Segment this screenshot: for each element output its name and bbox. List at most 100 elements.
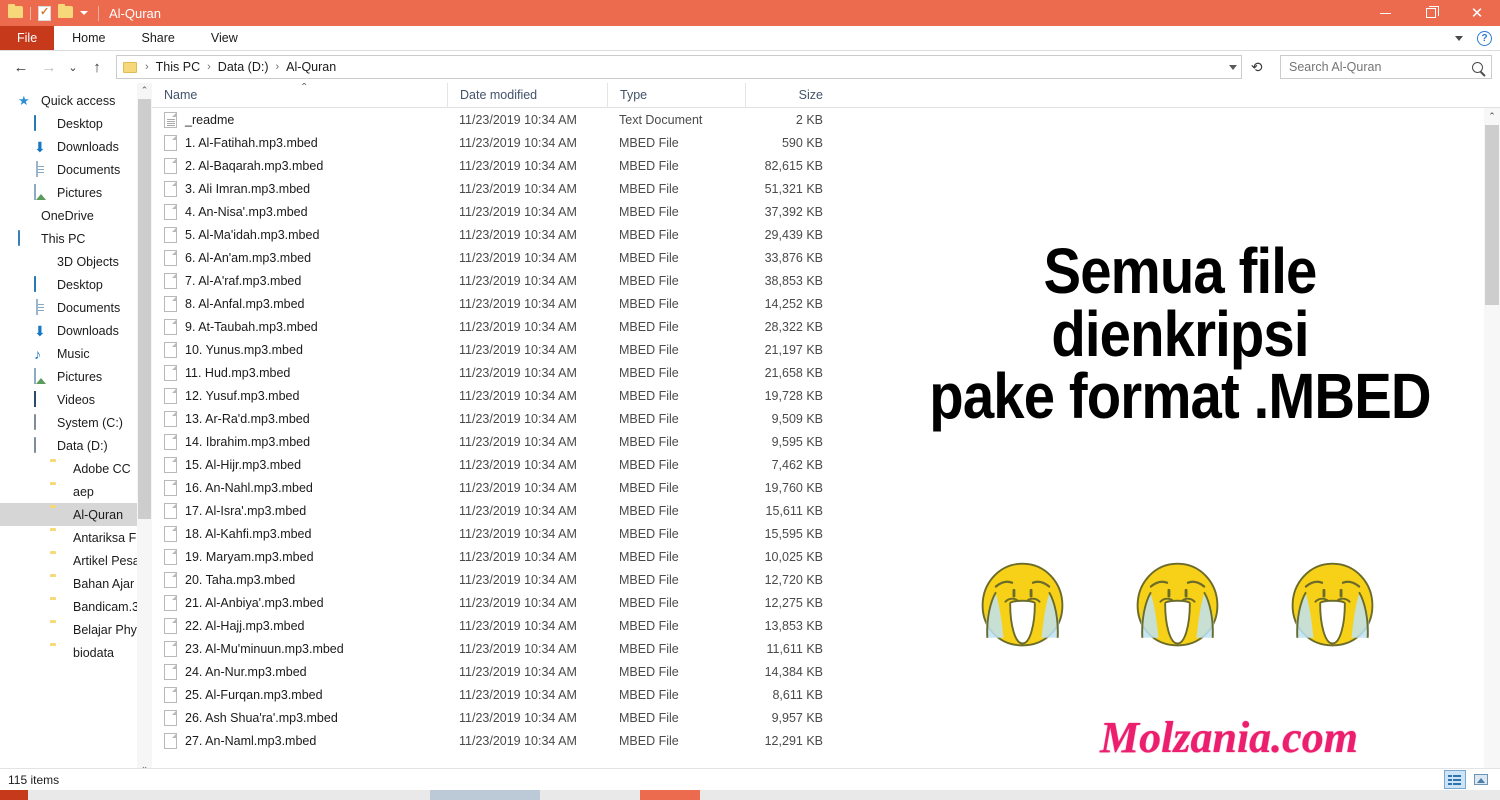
tab-home[interactable]: Home [54,26,123,50]
sidebar-item-artikel-pesanan[interactable]: Artikel Pesanan [0,549,152,572]
search-input[interactable] [1289,60,1468,74]
table-row[interactable]: 13. Ar-Ra'd.mp3.mbed 11/23/2019 10:34 AM M… [152,407,1500,430]
refresh-button[interactable]: ⟳ [1244,54,1270,80]
table-row[interactable]: 2. Al-Baqarah.mp3.mbed 11/23/2019 10:34 A… [152,154,1500,177]
new-folder-icon[interactable] [58,4,73,20]
close-button[interactable]: ✕ [1454,0,1500,26]
sidebar-item-quick-access[interactable]: ★ Quick access [0,89,152,112]
sidebar-item-aep[interactable]: aep [0,480,152,503]
sidebar-item-music[interactable]: ♪ Music [0,342,152,365]
search-box[interactable] [1280,55,1492,79]
table-row[interactable]: 21. Al-Anbiya'.mp3.mbed 11/23/2019 10:34 … [152,591,1500,614]
recent-locations-button[interactable]: ⌄ [64,54,82,80]
table-row[interactable]: 3. Ali Imran.mp3.mbed 11/23/2019 10:34 AM… [152,177,1500,200]
file-name-label: 12. Yusuf.mp3.mbed [185,388,300,403]
help-icon[interactable]: ? [1477,31,1492,46]
chevron-up-icon[interactable]: ⌃ [1484,108,1500,124]
sidebar-scroll-thumb[interactable] [138,99,151,519]
table-row[interactable]: 8. Al-Anfal.mp3.mbed 11/23/2019 10:34 AM M… [152,292,1500,315]
table-row[interactable]: 5. Al-Ma'idah.mp3.mbed 11/23/2019 10:34 A… [152,223,1500,246]
breadcrumb-item-al-quran[interactable]: Al-Quran [283,60,339,74]
tab-file[interactable]: File [0,26,55,50]
sidebar-item-adobe-cc[interactable]: Adobe CC [0,457,152,480]
properties-icon[interactable] [38,5,51,21]
table-row[interactable]: 26. Ash Shua'ra'.mp3.mbed 11/23/2019 10:3… [152,706,1500,729]
minimize-button[interactable] [1362,0,1408,26]
table-row[interactable]: 6. Al-An'am.mp3.mbed 11/23/2019 10:34 AM M… [152,246,1500,269]
cell-name: 15. Al-Hijr.mp3.mbed [152,456,447,473]
sidebar-item-3d-objects[interactable]: 3D Objects [0,250,152,273]
maximize-button[interactable] [1408,0,1454,26]
sidebar-item-this-pc[interactable]: This PC [0,227,152,250]
sidebar-item-data-d[interactable]: Data (D:) [0,434,152,457]
column-header-date-modified[interactable]: Date modified [447,83,607,108]
table-row[interactable]: 25. Al-Furqan.mp3.mbed 11/23/2019 10:34 A… [152,683,1500,706]
sidebar-item-desktop[interactable]: Desktop [0,273,152,296]
sidebar-item-documents[interactable]: Documents [0,296,152,319]
table-row[interactable]: 4. An-Nisa'.mp3.mbed 11/23/2019 10:34 AM M… [152,200,1500,223]
address-bar[interactable]: › This PC › Data (D:) › Al-Quran [116,55,1242,79]
customize-caret-icon[interactable] [80,11,88,15]
sidebar-item-videos[interactable]: Videos [0,388,152,411]
sidebar-item-downloads[interactable]: ⬇ Downloads [0,319,152,342]
sidebar-item-al-quran[interactable]: Al-Quran [0,503,152,526]
column-header-name[interactable]: Name ⌃ [152,83,447,108]
table-row[interactable]: 24. An-Nur.mp3.mbed 11/23/2019 10:34 AM MB… [152,660,1500,683]
table-row[interactable]: 9. At-Taubah.mp3.mbed 11/23/2019 10:34 AM… [152,315,1500,338]
cell-type: MBED File [619,135,679,150]
forward-button[interactable]: → [36,54,62,80]
tab-view[interactable]: View [193,26,256,50]
breadcrumb-item-data-d[interactable]: Data (D:) [215,60,272,74]
sidebar-item-desktop[interactable]: Desktop⚲ [0,112,152,135]
chevron-down-icon[interactable] [1455,36,1463,41]
chevron-down-icon[interactable] [1229,64,1237,70]
folder-icon[interactable] [8,4,23,20]
table-row[interactable]: 14. Ibrahim.mp3.mbed 11/23/2019 10:34 AM M… [152,430,1500,453]
table-row[interactable]: 12. Yusuf.mp3.mbed 11/23/2019 10:34 AM MBE… [152,384,1500,407]
sidebar-item-bahan-ajar-blo[interactable]: Bahan Ajar Blo [0,572,152,595]
sidebar-scrollbar[interactable]: ⌃ ⌄ [137,83,152,774]
up-button[interactable]: ↑ [84,54,110,80]
column-header-size[interactable]: Size [745,83,835,108]
table-row[interactable]: 22. Al-Hajj.mp3.mbed 11/23/2019 10:34 AM M… [152,614,1500,637]
table-row[interactable]: 10. Yunus.mp3.mbed 11/23/2019 10:34 AM MBE… [152,338,1500,361]
table-row[interactable]: 11. Hud.mp3.mbed 11/23/2019 10:34 AM MBED … [152,361,1500,384]
details-view-button[interactable] [1444,770,1466,789]
back-button[interactable]: ← [8,54,34,80]
table-row[interactable]: 17. Al-Isra'.mp3.mbed 11/23/2019 10:34 AM… [152,499,1500,522]
sidebar-item-onedrive[interactable]: OneDrive [0,204,152,227]
tab-share[interactable]: Share [124,26,193,50]
table-row[interactable]: 18. Al-Kahfi.mp3.mbed 11/23/2019 10:34 AM… [152,522,1500,545]
sidebar-item-pictures[interactable]: Pictures⚲ [0,181,152,204]
table-row[interactable]: 27. An-Naml.mp3.mbed 11/23/2019 10:34 AM M… [152,729,1500,752]
table-row[interactable]: 23. Al-Mu'minuun.mp3.mbed 11/23/2019 10:3… [152,637,1500,660]
cell-type: MBED File [619,549,679,564]
table-row[interactable]: 20. Taha.mp3.mbed 11/23/2019 10:34 AM MBED… [152,568,1500,591]
scroll-thumb[interactable] [1485,125,1499,305]
file-name-label: 11. Hud.mp3.mbed [185,365,291,380]
table-row[interactable]: _readme 11/23/2019 10:34 AM Text Document 2… [152,108,1500,131]
sidebar-item-documents[interactable]: Documents⚲ [0,158,152,181]
table-row[interactable]: 16. An-Nahl.mp3.mbed 11/23/2019 10:34 AM M… [152,476,1500,499]
breadcrumb-item-this-pc[interactable]: This PC [153,60,203,74]
search-icon[interactable] [1472,61,1483,73]
generic-file-icon [164,387,177,404]
sidebar-item-biodata[interactable]: biodata [0,641,152,664]
sidebar-item-downloads[interactable]: ⬇Downloads⚲ [0,135,152,158]
file-name-label: 27. An-Naml.mp3.mbed [185,733,317,748]
sidebar-item-bandicam-3-2-5[interactable]: Bandicam.3.2.5 [0,595,152,618]
chevron-up-icon[interactable]: ⌃ [137,83,152,98]
file-list-scrollbar[interactable]: ⌃ [1484,108,1500,774]
sidebar-item-belajar-phyton[interactable]: Belajar Phyton [0,618,152,641]
table-row[interactable]: 15. Al-Hijr.mp3.mbed 11/23/2019 10:34 AM M… [152,453,1500,476]
large-icons-view-button[interactable] [1470,770,1492,789]
table-row[interactable]: 1. Al-Fatihah.mp3.mbed 11/23/2019 10:34 A… [152,131,1500,154]
column-header-type[interactable]: Type [607,83,745,108]
file-rows: _readme 11/23/2019 10:34 AM Text Document 2… [152,108,1500,774]
sidebar-item-pictures[interactable]: Pictures [0,365,152,388]
sidebar-item-system-c[interactable]: System (C:) [0,411,152,434]
cell-type: MBED File [619,204,679,219]
sidebar-item-antariksa-file[interactable]: Antariksa File [0,526,152,549]
table-row[interactable]: 7. Al-A'raf.mp3.mbed 11/23/2019 10:34 AM M… [152,269,1500,292]
table-row[interactable]: 19. Maryam.mp3.mbed 11/23/2019 10:34 AM MB… [152,545,1500,568]
